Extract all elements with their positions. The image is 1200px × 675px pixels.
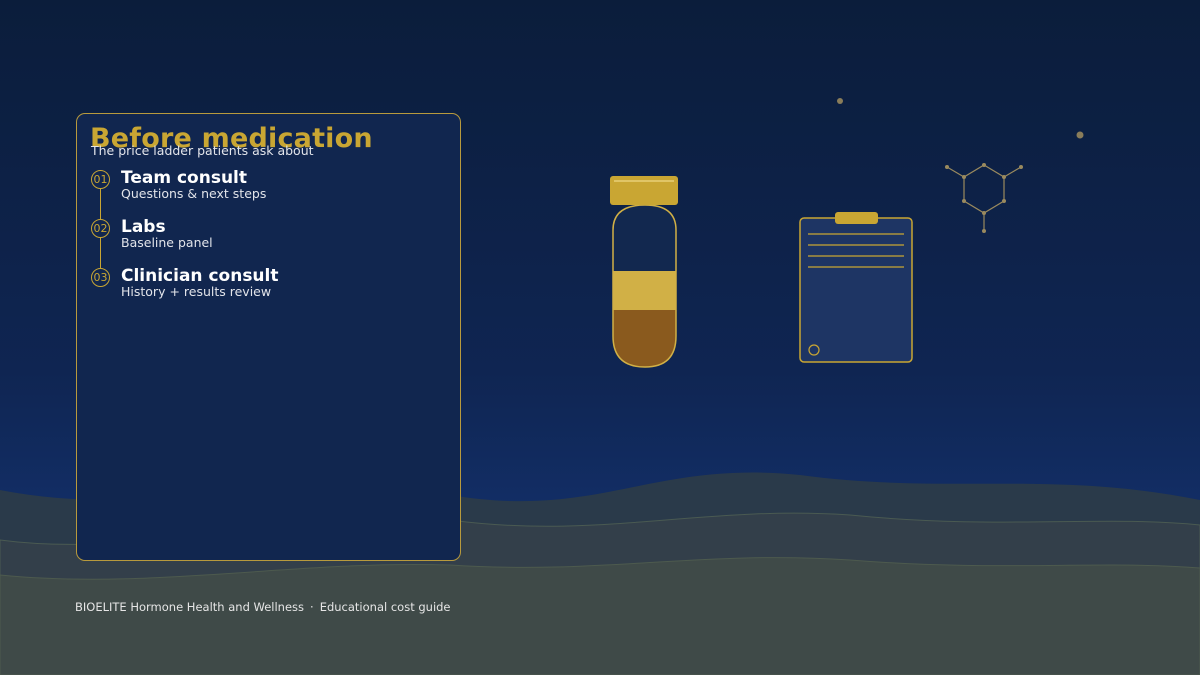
step-number: 03 bbox=[91, 268, 110, 287]
step-item-labs: 02 Labs Baseline panel bbox=[91, 217, 451, 259]
footer-brand: BIOELITE Hormone Health and Wellness bbox=[75, 600, 305, 614]
footer-separator: · bbox=[310, 600, 314, 614]
step-number: 01 bbox=[91, 170, 110, 189]
step-description: Baseline panel bbox=[121, 235, 213, 250]
step-item-clinician-consult: 03 Clinician consult History + results r… bbox=[91, 266, 451, 308]
card-subtitle: The price ladder patients ask about bbox=[91, 143, 314, 158]
step-description: History + results review bbox=[121, 284, 272, 299]
step-number: 02 bbox=[91, 219, 110, 238]
step-title: Team consult bbox=[121, 168, 248, 188]
footer-caption: Educational cost guide bbox=[319, 600, 451, 614]
footer: BIOELITE Hormone Health and Wellness · Edu… bbox=[75, 600, 451, 614]
step-title: Labs bbox=[121, 217, 166, 237]
step-item-team-consult: 01 Team consult Questions & next steps bbox=[91, 168, 451, 210]
price-ladder-card: Before medication The price ladder patie… bbox=[76, 113, 461, 561]
step-title: Clinician consult bbox=[121, 266, 279, 286]
step-description: Questions & next steps bbox=[121, 186, 267, 201]
